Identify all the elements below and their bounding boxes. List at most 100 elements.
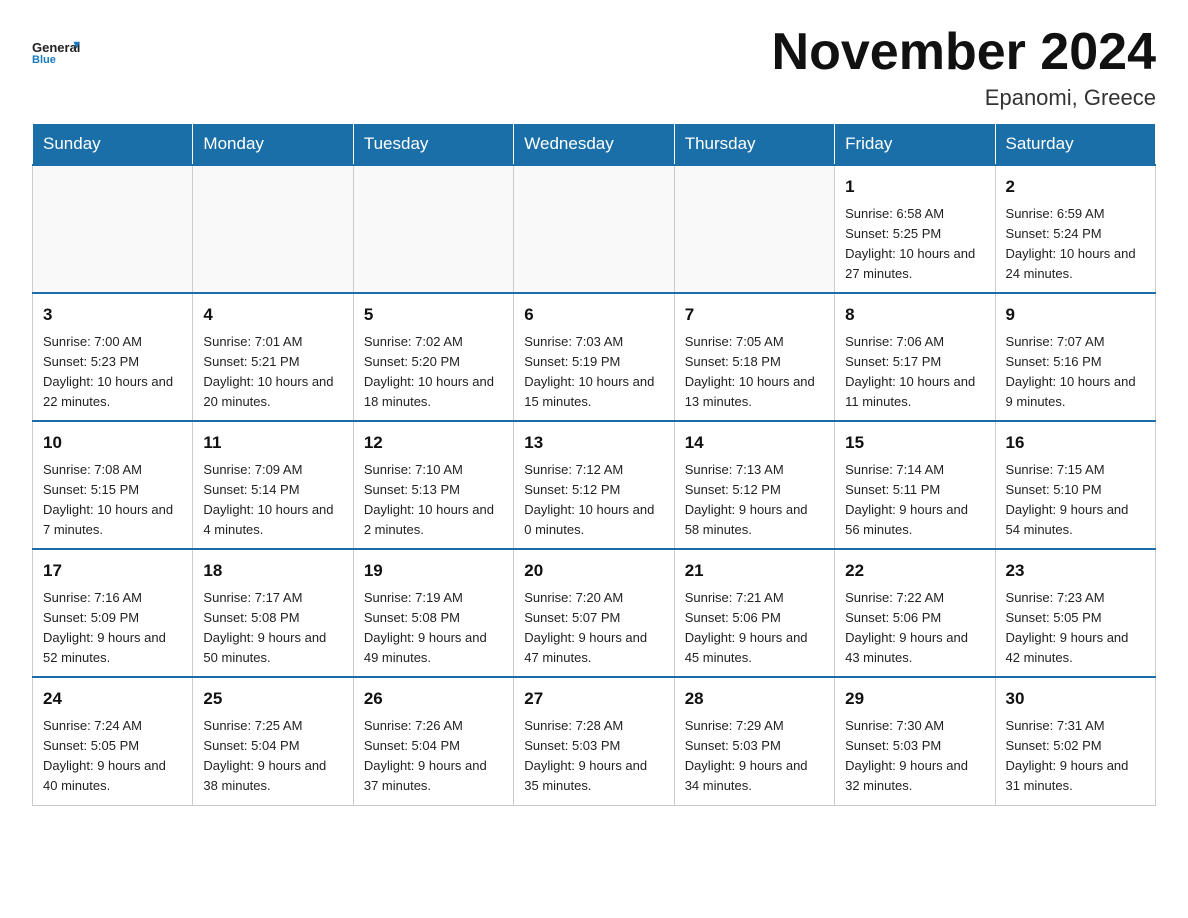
weekday-header-saturday: Saturday [995, 124, 1155, 166]
calendar-cell: 3 Sunrise: 7:00 AMSunset: 5:23 PMDaylight… [33, 293, 193, 421]
calendar-cell: 30Sunrise: 7:31 AMSunset: 5:02 PMDayligh… [995, 677, 1155, 805]
day-info: Sunrise: 6:58 AMSunset: 5:25 PMDaylight:… [845, 204, 984, 285]
calendar-cell: 10 Sunrise: 7:08 AMSunset: 5:15 PMDayligh… [33, 421, 193, 549]
day-number: 1 [845, 174, 984, 200]
calendar-cell: 25 Sunrise: 7:25 AMSunset: 5:04 PMDayligh… [193, 677, 353, 805]
day-info: Sunrise: 7:13 AMSunset: 5:12 PMDaylight:… [685, 460, 824, 541]
logo: General Blue [32, 24, 92, 79]
calendar-cell: 15 Sunrise: 7:14 AMSunset: 5:11 PMDayligh… [835, 421, 995, 549]
calendar-cell [193, 165, 353, 293]
svg-text:Blue: Blue [32, 54, 56, 66]
calendar-cell: 14 Sunrise: 7:13 AMSunset: 5:12 PMDayligh… [674, 421, 834, 549]
logo-svg: General Blue [32, 24, 92, 79]
calendar-cell: 24Sunrise: 7:24 AMSunset: 5:05 PMDayligh… [33, 677, 193, 805]
calendar-cell [514, 165, 674, 293]
calendar-table: SundayMondayTuesdayWednesdayThursdayFrid… [32, 123, 1156, 805]
day-number: 6 [524, 302, 663, 328]
page-header: General Blue November 2024 Epanomi, Gree… [32, 24, 1156, 111]
day-number: 14 [685, 430, 824, 456]
calendar-cell: 13 Sunrise: 7:12 AMSunset: 5:12 PMDayligh… [514, 421, 674, 549]
calendar-cell: 21Sunrise: 7:21 AMSunset: 5:06 PMDayligh… [674, 549, 834, 677]
calendar-cell: 23 Sunrise: 7:23 AMSunset: 5:05 PMDayligh… [995, 549, 1155, 677]
calendar-cell: 19 Sunrise: 7:19 AMSunset: 5:08 PMDayligh… [353, 549, 513, 677]
calendar-cell: 4 Sunrise: 7:01 AMSunset: 5:21 PMDaylight… [193, 293, 353, 421]
day-info: Sunrise: 7:01 AMSunset: 5:21 PMDaylight:… [203, 332, 342, 413]
day-info: Sunrise: 7:10 AMSunset: 5:13 PMDaylight:… [364, 460, 503, 541]
calendar-cell [33, 165, 193, 293]
calendar-cell: 12 Sunrise: 7:10 AMSunset: 5:13 PMDayligh… [353, 421, 513, 549]
calendar-cell: 28Sunrise: 7:29 AMSunset: 5:03 PMDayligh… [674, 677, 834, 805]
day-info: Sunrise: 7:06 AMSunset: 5:17 PMDaylight:… [845, 332, 984, 413]
calendar-cell: 7 Sunrise: 7:05 AMSunset: 5:18 PMDaylight… [674, 293, 834, 421]
calendar-week-3: 10 Sunrise: 7:08 AMSunset: 5:15 PMDayligh… [33, 421, 1156, 549]
day-number: 13 [524, 430, 663, 456]
weekday-header-monday: Monday [193, 124, 353, 166]
weekday-header-sunday: Sunday [33, 124, 193, 166]
calendar-week-5: 24Sunrise: 7:24 AMSunset: 5:05 PMDayligh… [33, 677, 1156, 805]
day-number: 7 [685, 302, 824, 328]
day-info: Sunrise: 7:28 AMSunset: 5:03 PMDaylight:… [524, 716, 663, 797]
day-info: Sunrise: 7:05 AMSunset: 5:18 PMDaylight:… [685, 332, 824, 413]
calendar-week-2: 3 Sunrise: 7:00 AMSunset: 5:23 PMDaylight… [33, 293, 1156, 421]
day-info: Sunrise: 7:00 AMSunset: 5:23 PMDaylight:… [43, 332, 182, 413]
day-number: 15 [845, 430, 984, 456]
day-number: 9 [1006, 302, 1145, 328]
day-number: 2 [1006, 174, 1145, 200]
day-number: 23 [1006, 558, 1145, 584]
day-info: Sunrise: 7:02 AMSunset: 5:20 PMDaylight:… [364, 332, 503, 413]
calendar-cell: 5Sunrise: 7:02 AMSunset: 5:20 PMDaylight… [353, 293, 513, 421]
day-number: 12 [364, 430, 503, 456]
day-info: Sunrise: 7:16 AMSunset: 5:09 PMDaylight:… [43, 588, 182, 669]
day-info: Sunrise: 7:15 AMSunset: 5:10 PMDaylight:… [1006, 460, 1145, 541]
day-info: Sunrise: 7:24 AMSunset: 5:05 PMDaylight:… [43, 716, 182, 797]
calendar-cell: 16 Sunrise: 7:15 AMSunset: 5:10 PMDayligh… [995, 421, 1155, 549]
calendar-cell: 20 Sunrise: 7:20 AMSunset: 5:07 PMDayligh… [514, 549, 674, 677]
day-info: Sunrise: 7:20 AMSunset: 5:07 PMDaylight:… [524, 588, 663, 669]
day-number: 3 [43, 302, 182, 328]
day-info: Sunrise: 7:07 AMSunset: 5:16 PMDaylight:… [1006, 332, 1145, 413]
day-number: 25 [203, 686, 342, 712]
day-info: Sunrise: 7:21 AMSunset: 5:06 PMDaylight:… [685, 588, 824, 669]
day-number: 10 [43, 430, 182, 456]
weekday-header-row: SundayMondayTuesdayWednesdayThursdayFrid… [33, 124, 1156, 166]
calendar-cell: 18 Sunrise: 7:17 AMSunset: 5:08 PMDayligh… [193, 549, 353, 677]
day-info: Sunrise: 7:12 AMSunset: 5:12 PMDaylight:… [524, 460, 663, 541]
calendar-week-4: 17 Sunrise: 7:16 AMSunset: 5:09 PMDayligh… [33, 549, 1156, 677]
calendar-cell: 1 Sunrise: 6:58 AMSunset: 5:25 PMDaylight… [835, 165, 995, 293]
day-info: Sunrise: 7:26 AMSunset: 5:04 PMDaylight:… [364, 716, 503, 797]
weekday-header-tuesday: Tuesday [353, 124, 513, 166]
calendar-cell: 11Sunrise: 7:09 AMSunset: 5:14 PMDayligh… [193, 421, 353, 549]
day-info: Sunrise: 7:03 AMSunset: 5:19 PMDaylight:… [524, 332, 663, 413]
day-number: 4 [203, 302, 342, 328]
calendar-cell: 9 Sunrise: 7:07 AMSunset: 5:16 PMDaylight… [995, 293, 1155, 421]
day-info: Sunrise: 7:30 AMSunset: 5:03 PMDaylight:… [845, 716, 984, 797]
day-number: 11 [203, 430, 342, 456]
calendar-cell: 2Sunrise: 6:59 AMSunset: 5:24 PMDaylight… [995, 165, 1155, 293]
calendar-cell: 27 Sunrise: 7:28 AMSunset: 5:03 PMDayligh… [514, 677, 674, 805]
day-info: Sunrise: 7:25 AMSunset: 5:04 PMDaylight:… [203, 716, 342, 797]
day-number: 16 [1006, 430, 1145, 456]
day-number: 18 [203, 558, 342, 584]
day-info: Sunrise: 7:22 AMSunset: 5:06 PMDaylight:… [845, 588, 984, 669]
weekday-header-wednesday: Wednesday [514, 124, 674, 166]
day-info: Sunrise: 7:19 AMSunset: 5:08 PMDaylight:… [364, 588, 503, 669]
day-number: 20 [524, 558, 663, 584]
day-number: 27 [524, 686, 663, 712]
calendar-cell: 6 Sunrise: 7:03 AMSunset: 5:19 PMDaylight… [514, 293, 674, 421]
calendar-week-1: 1 Sunrise: 6:58 AMSunset: 5:25 PMDaylight… [33, 165, 1156, 293]
day-number: 17 [43, 558, 182, 584]
month-title: November 2024 [772, 24, 1156, 81]
calendar-cell: 29 Sunrise: 7:30 AMSunset: 5:03 PMDayligh… [835, 677, 995, 805]
day-number: 19 [364, 558, 503, 584]
calendar-cell [674, 165, 834, 293]
calendar-cell: 8Sunrise: 7:06 AMSunset: 5:17 PMDaylight… [835, 293, 995, 421]
calendar-cell [353, 165, 513, 293]
day-number: 29 [845, 686, 984, 712]
weekday-header-friday: Friday [835, 124, 995, 166]
day-info: Sunrise: 7:31 AMSunset: 5:02 PMDaylight:… [1006, 716, 1145, 797]
title-block: November 2024 Epanomi, Greece [772, 24, 1156, 111]
day-info: Sunrise: 7:14 AMSunset: 5:11 PMDaylight:… [845, 460, 984, 541]
day-info: Sunrise: 7:08 AMSunset: 5:15 PMDaylight:… [43, 460, 182, 541]
day-info: Sunrise: 7:23 AMSunset: 5:05 PMDaylight:… [1006, 588, 1145, 669]
day-info: Sunrise: 7:17 AMSunset: 5:08 PMDaylight:… [203, 588, 342, 669]
